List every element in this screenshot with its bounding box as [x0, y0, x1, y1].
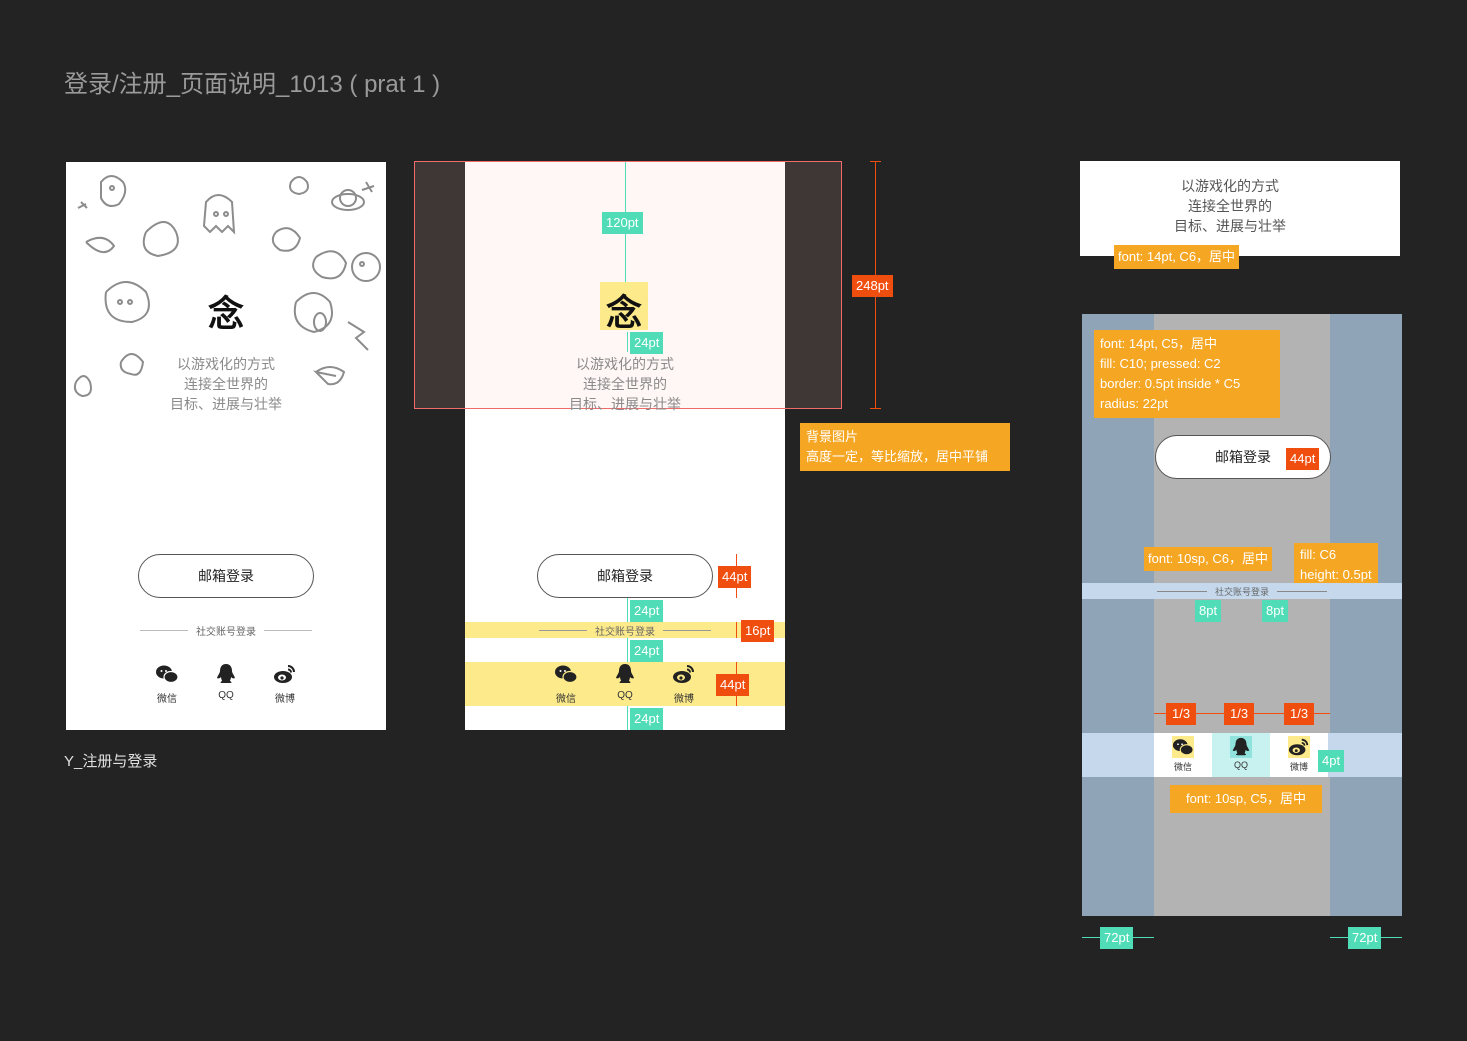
slogan-line: 目标、进展与壮举 — [1174, 218, 1286, 234]
slogan-font-note: font: 14pt, C6，居中 — [1114, 245, 1240, 269]
page-title: 登录/注册_页面说明_1013 ( prat 1 ) — [64, 71, 441, 98]
wechat-icon — [555, 665, 578, 684]
height-tag: 248pt — [852, 275, 893, 297]
padding-tag: 8pt — [1262, 600, 1289, 622]
slogan-line: 目标、进展与壮举 — [170, 396, 282, 412]
height-line-cap — [870, 408, 881, 409]
social-divider: 社交账号登录 — [537, 622, 713, 638]
email-login-button[interactable]: 邮箱登录 — [537, 554, 713, 598]
spacing-line — [627, 598, 628, 622]
login-screen-mockup: 念 以游戏化的方式 连接全世界的 目标、进展与壮举 邮箱登录 社交账号登录 微信… — [66, 162, 386, 730]
social-divider-label: 社交账号登录 — [595, 626, 655, 638]
spacing-tag: 24pt — [630, 332, 664, 354]
slogan: 以游戏化的方式 连接全世界的 目标、进展与壮举 — [126, 354, 326, 414]
email-login-button[interactable]: 邮箱登录 — [138, 554, 314, 598]
wechat-icon — [1172, 736, 1194, 758]
third-tag: 1/3 — [1224, 703, 1255, 725]
slogan-line: 连接全世界的 — [1188, 198, 1272, 214]
slogan-line: 以游戏化的方式 — [177, 356, 275, 372]
bg-note-body: 高度一定，等比缩放，居中平铺 — [806, 449, 989, 464]
padding-tag: 8pt — [1195, 600, 1222, 622]
spacing-line — [627, 638, 628, 662]
qq-icon — [217, 664, 235, 683]
social-label: QQ — [617, 690, 633, 701]
spec-line: border: 0.5pt inside * C5 — [1100, 376, 1241, 391]
slogan-line: 连接全世界的 — [184, 376, 268, 392]
app-logo: 念 — [208, 293, 245, 335]
wechat-icon — [156, 665, 179, 684]
weibo-icon — [673, 665, 694, 683]
margin-tag: 72pt — [1348, 927, 1382, 949]
social-divider: 社交账号登录 — [138, 622, 314, 638]
divider-line — [663, 629, 711, 631]
spec-line: height: 0.5pt — [1300, 567, 1372, 582]
qq-icon — [1230, 736, 1252, 758]
height-tag: 44pt — [718, 566, 752, 588]
spacing-tag: 4pt — [1318, 750, 1345, 772]
social-wechat[interactable]: 微信 — [138, 662, 196, 706]
spacing-tag: 24pt — [630, 708, 664, 730]
slogan-line: 以游戏化的方式 — [576, 356, 674, 372]
social-weibo[interactable]: 微博 — [655, 662, 713, 706]
social-label: 微博 — [275, 694, 295, 705]
third-tag: 1/3 — [1284, 703, 1315, 725]
social-weibo[interactable]: 微博 — [256, 662, 314, 706]
bg-image-note: 背景图片 高度一定，等比缩放，居中平铺 — [800, 423, 1010, 471]
height-tag: 44pt — [1286, 448, 1320, 470]
height-line — [736, 622, 737, 638]
social-label: 微信 — [157, 694, 177, 705]
social-row: 微信 QQ 微博 — [537, 662, 713, 706]
divider-line — [264, 629, 312, 631]
slogan: 以游戏化的方式 连接全世界的 目标、进展与壮举 — [525, 354, 725, 414]
spacing-tag: 120pt — [602, 212, 643, 234]
social-qq[interactable]: QQ — [596, 662, 654, 706]
app-logo: 念 — [606, 292, 643, 334]
spec-line: fill: C10; pressed: C2 — [1100, 356, 1221, 371]
social-row: 微信 QQ 微博 — [1154, 733, 1330, 777]
slogan-line: 以游戏化的方式 — [1181, 178, 1279, 194]
social-font-note: font: 10sp, C5，居中 — [1170, 785, 1322, 813]
divider-line — [539, 629, 587, 631]
social-row: 微信 QQ 微博 — [138, 662, 314, 706]
social-divider-label: 社交账号登录 — [1214, 586, 1269, 597]
divider-line — [1277, 590, 1327, 592]
social-qq[interactable]: QQ — [1212, 733, 1270, 777]
divider-line-note: fill: C6 height: 0.5pt — [1294, 543, 1378, 587]
slogan: 以游戏化的方式 连接全世界的 目标、进展与壮举 — [1130, 176, 1330, 236]
spacing-line — [627, 706, 628, 730]
spec-line: font: 14pt, C5，居中 — [1100, 336, 1218, 351]
spacing-tag: 24pt — [630, 600, 664, 622]
spacing-tag: 24pt — [630, 640, 664, 662]
social-label: QQ — [1233, 760, 1248, 770]
social-divider-label: 社交账号登录 — [196, 626, 256, 638]
height-tag: 44pt — [716, 674, 750, 696]
social-label: 微博 — [674, 694, 694, 705]
spec-line: fill: C6 — [1300, 547, 1337, 562]
social-wechat[interactable]: 微信 — [537, 662, 595, 706]
social-label: 微信 — [556, 694, 576, 705]
screen-caption: Y_注册与登录 — [64, 753, 158, 770]
slogan-line: 目标、进展与壮举 — [569, 396, 681, 412]
social-label: 微博 — [1289, 762, 1308, 772]
social-divider: 社交账号登录 — [1154, 583, 1330, 599]
divider-line — [1156, 590, 1207, 592]
social-qq[interactable]: QQ — [197, 662, 255, 706]
button-spec-note: font: 14pt, C5，居中 fill: C10; pressed: C2… — [1094, 330, 1280, 418]
qq-icon — [616, 664, 634, 683]
social-wechat[interactable]: 微信 — [1154, 733, 1212, 777]
divider-font-note: font: 10sp, C6，居中 — [1144, 547, 1272, 571]
social-label: QQ — [218, 690, 234, 701]
slogan-line: 连接全世界的 — [583, 376, 667, 392]
height-tag: 16pt — [741, 620, 775, 642]
social-label: 微信 — [1173, 762, 1192, 772]
weibo-icon — [274, 665, 295, 683]
divider-line — [140, 629, 188, 631]
height-line-cap — [870, 161, 881, 162]
third-tag: 1/3 — [1166, 703, 1197, 725]
spacing-line — [627, 332, 628, 352]
bg-note-title: 背景图片 — [806, 429, 859, 444]
spec-line: radius: 22pt — [1100, 396, 1168, 411]
weibo-icon — [1288, 736, 1310, 758]
margin-tag: 72pt — [1100, 927, 1134, 949]
